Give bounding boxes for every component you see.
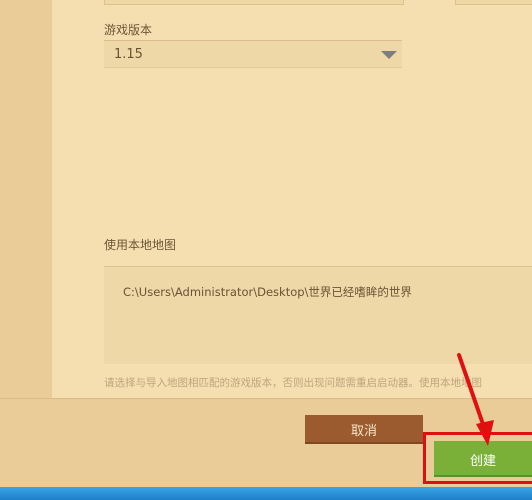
arrow-shaft: [457, 353, 487, 432]
version-select[interactable]: 1.15: [104, 40, 402, 68]
chevron-down-icon[interactable]: [381, 51, 397, 59]
arrow-annotation: [457, 353, 494, 446]
taskbar: [0, 487, 532, 500]
version-label: 游戏版本: [104, 23, 153, 37]
cancel-button[interactable]: 取消: [305, 415, 423, 444]
local-map-path: C:\Users\Administrator\Desktop\世界已经嗜眸的世界: [123, 285, 412, 299]
previous-field[interactable]: [104, 0, 404, 5]
arrow-head: [476, 420, 494, 446]
previous-field-right[interactable]: [455, 0, 532, 5]
local-map-label: 使用本地地图: [104, 238, 177, 252]
version-value: 1.15: [114, 47, 143, 62]
